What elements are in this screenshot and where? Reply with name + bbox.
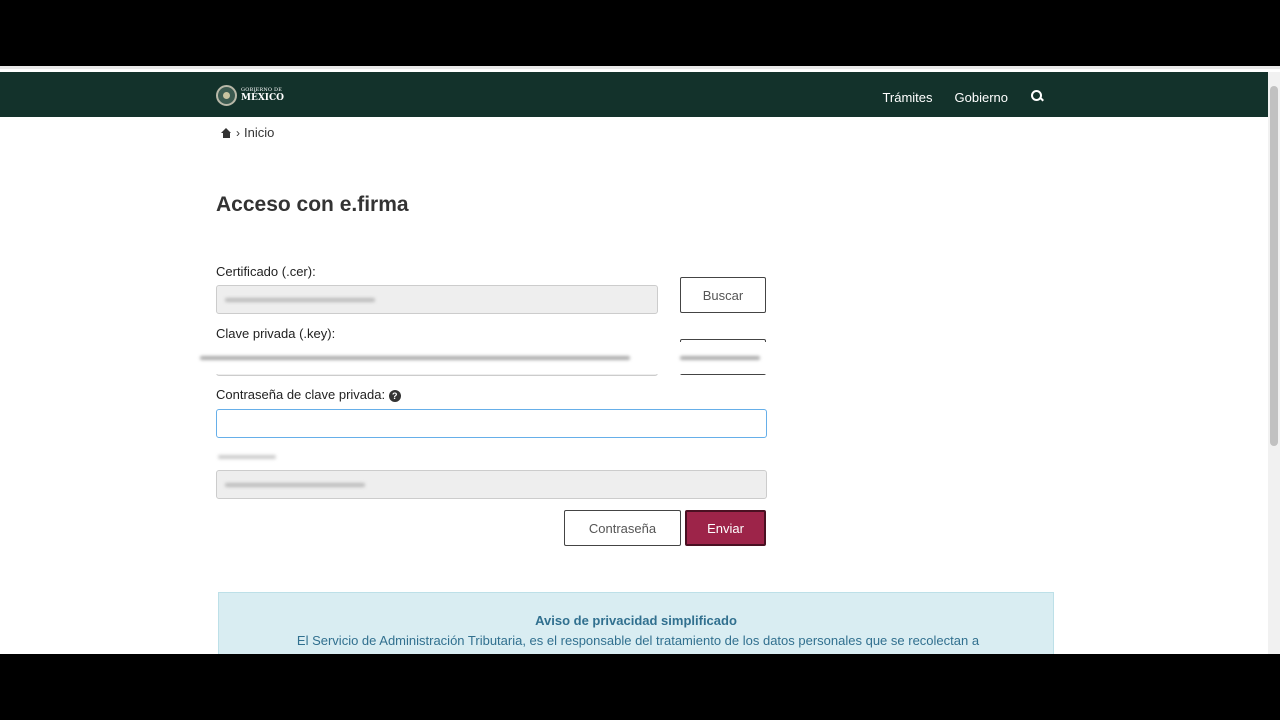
- cert-label: Certificado (.cer):: [216, 264, 316, 279]
- help-icon[interactable]: ?: [388, 390, 401, 402]
- search-icon[interactable]: [1030, 89, 1046, 105]
- submit-button[interactable]: Enviar: [685, 510, 766, 546]
- browser-viewport: GOBIERNO DE MÉXICO Trámites Gobierno › I…: [0, 66, 1280, 654]
- breadcrumb-inicio[interactable]: Inicio: [244, 125, 274, 140]
- password-button[interactable]: Contraseña: [564, 510, 681, 546]
- cert-file-field[interactable]: [216, 285, 658, 314]
- gobierno-logo[interactable]: GOBIERNO DE MÉXICO: [216, 85, 284, 106]
- top-navbar: GOBIERNO DE MÉXICO Trámites Gobierno: [0, 72, 1268, 117]
- password-label-text: Contraseña de clave privada:: [216, 387, 386, 402]
- breadcrumb-separator-icon: ›: [236, 125, 240, 140]
- scrollbar-thumb[interactable]: [1270, 86, 1278, 446]
- blurred-label: [218, 455, 276, 459]
- page-title: Acceso con e.firma: [216, 193, 409, 216]
- breadcrumb: › Inicio: [221, 125, 274, 140]
- logo-text: GOBIERNO DE MÉXICO: [241, 88, 284, 103]
- main-nav: Trámites Gobierno: [882, 89, 1046, 105]
- privacy-notice-title: Aviso de privacidad simplificado: [535, 613, 737, 628]
- scrollbar[interactable]: [1268, 72, 1280, 654]
- cert-file-value: [225, 298, 375, 302]
- transition-blur: [190, 342, 800, 374]
- rfc-value: [225, 483, 365, 487]
- search-cert-button[interactable]: Buscar: [680, 277, 766, 313]
- key-label: Clave privada (.key):: [216, 326, 336, 341]
- logo-big-text: MÉXICO: [241, 93, 285, 103]
- password-label: Contraseña de clave privada: ?: [216, 387, 401, 402]
- password-input[interactable]: [216, 409, 767, 438]
- nav-gobierno[interactable]: Gobierno: [955, 90, 1008, 105]
- privacy-notice: Aviso de privacidad simplificado El Serv…: [218, 592, 1054, 654]
- home-icon[interactable]: [221, 127, 232, 138]
- nav-tramites[interactable]: Trámites: [882, 90, 932, 105]
- national-seal-icon: [216, 85, 237, 106]
- rfc-field[interactable]: [216, 470, 767, 499]
- privacy-notice-body: El Servicio de Administración Tributaria…: [296, 633, 980, 648]
